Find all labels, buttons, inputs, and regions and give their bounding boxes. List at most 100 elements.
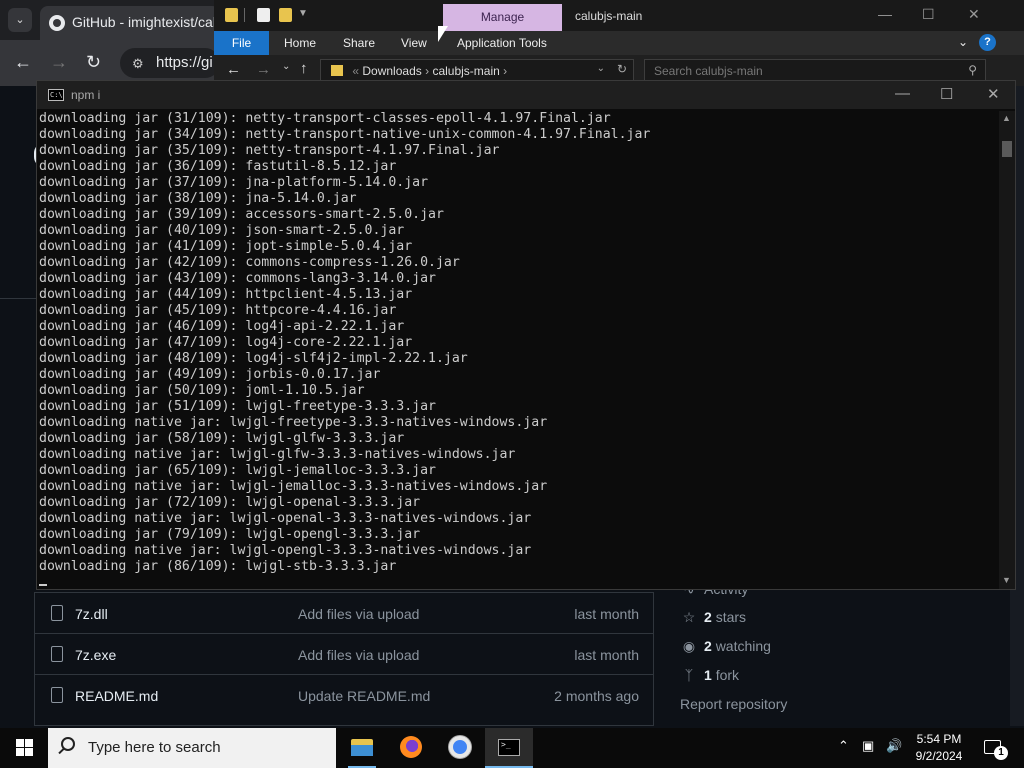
table-row[interactable]: 7z.dll Add files via upload last month <box>35 592 653 633</box>
stars-link[interactable]: ☆ 2 stars <box>680 609 746 626</box>
taskbar-search-placeholder: Type here to search <box>88 739 221 756</box>
file-name[interactable]: 7z.dll <box>75 606 108 622</box>
report-label: Report repository <box>680 696 788 712</box>
windows-start-icon[interactable] <box>16 739 33 756</box>
terminal-icon[interactable]: >_ <box>485 728 533 768</box>
folder-icon <box>331 65 343 76</box>
explorer-window-title: calubjs-main <box>575 9 643 23</box>
terminal-line: downloading jar (50/109): joml-1.10.5.ja… <box>39 383 365 398</box>
tab-share[interactable]: Share <box>343 36 375 50</box>
terminal-icon: C:\ <box>48 89 64 101</box>
scroll-up-icon[interactable]: ▲ <box>1002 113 1011 123</box>
commit-message[interactable]: Add files via upload <box>298 606 419 622</box>
commit-message[interactable]: Add files via upload <box>298 647 419 663</box>
customize-icon[interactable]: ▼ <box>298 8 308 19</box>
scrollbar-thumb[interactable] <box>1002 141 1012 157</box>
minimize-icon[interactable]: — <box>895 85 910 102</box>
stars-label: stars <box>715 609 747 625</box>
fork-link[interactable]: ᛉ1 fork <box>680 667 739 683</box>
eye-icon: ◉ <box>682 638 696 654</box>
terminal-line: downloading jar (58/109): lwjgl-glfw-3.3… <box>39 431 405 446</box>
terminal-line: downloading jar (51/109): lwjgl-freetype… <box>39 399 436 414</box>
clock-date: 9/2/2024 <box>915 749 963 763</box>
chrome-icon[interactable] <box>436 728 484 768</box>
watching-link[interactable]: ◉ 2 watching <box>680 638 771 655</box>
terminal-line: downloading jar (31/109): netty-transpor… <box>39 111 611 126</box>
file-icon <box>51 687 63 703</box>
breadcrumb-downloads[interactable]: Downloads <box>362 64 421 78</box>
browser-tab[interactable]: GitHub - imightexist/calub <box>40 6 220 40</box>
chevron-right-icon[interactable]: › <box>425 64 429 78</box>
commit-date: last month <box>574 606 639 622</box>
up-icon[interactable]: ↑ <box>300 60 308 77</box>
terminal-scrollbar[interactable]: ▲ ▼ <box>999 111 1015 589</box>
search-icon <box>61 737 75 751</box>
terminal-line: downloading jar (41/109): jopt-simple-5.… <box>39 239 413 254</box>
reload-icon[interactable]: ↻ <box>86 52 101 73</box>
tab-home[interactable]: Home <box>284 36 316 50</box>
system-clock[interactable]: 5:54 PM 9/2/2024 <box>908 731 970 765</box>
commit-message[interactable]: Update README.md <box>298 688 430 704</box>
tab-manage[interactable]: Manage <box>443 4 562 31</box>
report-repository-link[interactable]: Report repository <box>680 696 787 712</box>
ribbon-expand-icon[interactable]: ⌄ <box>958 35 968 49</box>
terminal-line: downloading jar (40/109): json-smart-2.5… <box>39 223 405 238</box>
properties-icon[interactable] <box>257 8 270 22</box>
tab-file[interactable]: File <box>214 31 269 55</box>
file-name[interactable]: 7z.exe <box>75 647 116 663</box>
recent-locations-icon[interactable]: ⌄ <box>282 61 290 72</box>
chevron-right-icon[interactable]: › <box>503 64 507 78</box>
terminal-line: downloading jar (37/109): jna-platform-5… <box>39 175 429 190</box>
breadcrumb-overflow[interactable]: « <box>352 64 359 78</box>
terminal-line: downloading native jar: lwjgl-freetype-3… <box>39 415 548 430</box>
file-icon <box>51 646 63 662</box>
about-sidebar: ∿Activity ☆2 stars ◉2 watching ᛉ1 fork R… <box>672 580 1002 726</box>
mouse-cursor <box>438 26 448 42</box>
terminal-line: downloading jar (47/109): log4j-core-2.2… <box>39 335 413 350</box>
new-folder-icon[interactable] <box>279 8 292 22</box>
network-icon[interactable]: ▣ <box>862 738 874 754</box>
scroll-down-icon[interactable]: ▼ <box>1002 575 1011 585</box>
address-text: https://gi <box>156 54 213 71</box>
maximize-icon[interactable]: ☐ <box>940 85 953 103</box>
firefox-icon[interactable] <box>387 728 435 768</box>
terminal-line: downloading jar (36/109): fastutil-8.5.1… <box>39 159 397 174</box>
commit-date: 2 months ago <box>554 688 639 704</box>
breadcrumb-folder[interactable]: calubjs-main <box>432 64 499 78</box>
terminal-output[interactable]: downloading jar (31/109): netty-transpor… <box>39 111 997 589</box>
file-explorer-window: ▼ Manage calubjs-main — ☐ ✕ File Home Sh… <box>214 0 1024 86</box>
address-dropdown-icon[interactable]: ⌄ <box>597 63 605 74</box>
tab-application-tools[interactable]: Application Tools <box>457 36 547 50</box>
terminal-line: downloading jar (43/109): commons-lang3-… <box>39 271 436 286</box>
back-icon[interactable]: ← <box>226 61 241 78</box>
close-icon[interactable]: ✕ <box>968 6 980 23</box>
terminal-line: downloading native jar: lwjgl-opengl-3.3… <box>39 543 532 558</box>
volume-icon[interactable]: 🔊 <box>886 738 902 754</box>
commit-date: last month <box>574 647 639 663</box>
taskbar-search[interactable]: Type here to search <box>48 728 336 768</box>
close-icon[interactable]: ✕ <box>987 85 1000 103</box>
forward-icon[interactable]: → <box>256 61 271 78</box>
chevron-down-icon[interactable]: ⌄ <box>8 8 32 32</box>
table-row[interactable]: README.md Update README.md 2 months ago <box>35 674 653 715</box>
file-icon <box>51 605 63 621</box>
back-icon[interactable]: ← <box>14 52 32 73</box>
file-explorer-icon[interactable] <box>338 728 386 768</box>
file-name[interactable]: README.md <box>75 688 158 704</box>
terminal-line: downloading jar (44/109): httpclient-4.5… <box>39 287 413 302</box>
terminal-line: downloading jar (48/109): log4j-slf4j2-i… <box>39 351 468 366</box>
minimize-icon[interactable]: — <box>878 6 892 22</box>
forward-icon[interactable]: → <box>50 52 68 73</box>
help-icon[interactable]: ? <box>979 34 996 51</box>
terminal-line: downloading jar (49/109): jorbis-0.0.17.… <box>39 367 381 382</box>
site-settings-icon[interactable]: ⚙ <box>132 56 144 72</box>
clock-time: 5:54 PM <box>916 732 962 746</box>
chevron-up-icon[interactable]: ⌃ <box>838 738 849 754</box>
refresh-icon[interactable]: ↻ <box>617 62 627 76</box>
table-row[interactable]: 7z.exe Add files via upload last month <box>35 633 653 674</box>
maximize-icon[interactable]: ☐ <box>922 6 935 23</box>
address-bar[interactable]: ⚙ https://gi <box>120 48 220 78</box>
terminal-window: C:\ npm i — ☐ ✕ downloading jar (31/109)… <box>36 80 1016 590</box>
terminal-line: downloading jar (35/109): netty-transpor… <box>39 143 500 158</box>
tab-view[interactable]: View <box>401 36 427 50</box>
